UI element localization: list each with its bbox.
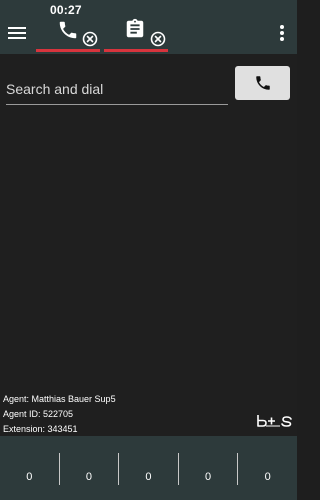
stat-value: 0: [237, 453, 297, 485]
more-options-button[interactable]: [276, 22, 288, 44]
clipboard-icon: [126, 18, 144, 38]
call-timer: 00:27: [50, 3, 82, 17]
active-tab-indicator: [36, 49, 100, 52]
phone-icon: [59, 21, 77, 39]
app-window: 00:27 Search and dial Agent: Matthias Ba…: [0, 0, 297, 500]
phone-icon: [255, 76, 270, 90]
search-field: [6, 76, 228, 105]
stat-value: 0: [58, 453, 119, 485]
more-vertical-icon: [280, 25, 284, 41]
agent-extension: Extension: 343451: [3, 424, 78, 434]
tab-indicator: [104, 49, 168, 52]
menu-button[interactable]: [4, 22, 30, 44]
hamburger-icon: [8, 27, 26, 39]
bs-logo: [257, 415, 292, 427]
header-bar: 00:27: [0, 0, 297, 54]
agent-id: Agent ID: 522705: [3, 409, 74, 419]
agent-name: Agent: Matthias Bauer Sup5: [3, 394, 116, 404]
tab-active-call[interactable]: 00:27: [36, 0, 100, 54]
stats-footer: 0 0 0 0 0: [0, 436, 297, 500]
stat-value: 0: [118, 453, 178, 485]
stat-value: 0: [177, 453, 238, 485]
stat-value: 0: [26, 471, 33, 483]
search-and-dial-input[interactable]: [6, 76, 228, 102]
agent-info: Agent: Matthias Bauer Sup5 Agent ID: 522…: [3, 392, 116, 437]
stats-row: 0 0 0 0 0: [0, 453, 297, 485]
close-notes-tab-icon[interactable]: [150, 31, 166, 47]
close-call-tab-icon[interactable]: [82, 31, 98, 47]
dial-button[interactable]: [235, 66, 290, 100]
tab-notes[interactable]: [104, 0, 168, 54]
